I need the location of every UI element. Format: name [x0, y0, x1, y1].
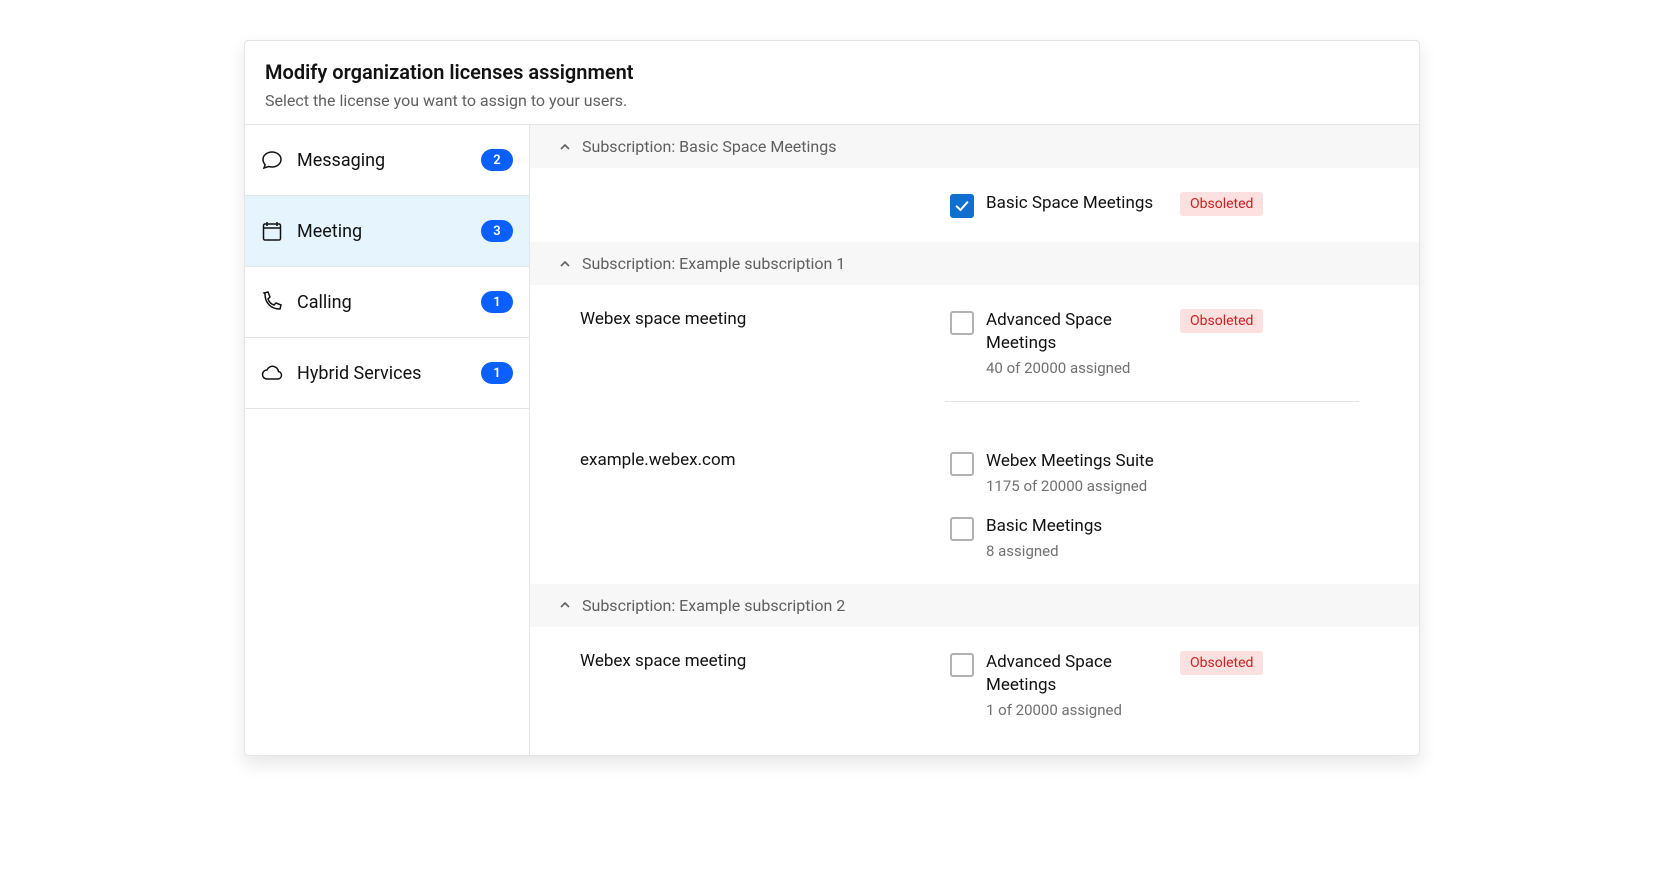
checkbox-webex-meetings-suite[interactable]: [950, 452, 974, 476]
license-row: Webex space meeting Advanced Space Meeti…: [530, 627, 1419, 729]
license-row: [945, 401, 1359, 426]
license-assigned-count: 1175 of 20000 assigned: [986, 477, 1154, 495]
panel-body: Messaging 2 Meeting 3 Calling 1: [245, 125, 1419, 755]
checkbox-basic-space-meetings[interactable]: [950, 194, 974, 218]
status-badge-obsoleted: Obsoleted: [1180, 309, 1263, 333]
license-option-label: Webex Meetings Suite: [986, 450, 1154, 473]
checkbox-basic-meetings[interactable]: [950, 517, 974, 541]
subscription-header-basic-space-meetings[interactable]: Subscription: Basic Space Meetings: [530, 125, 1419, 168]
license-option-label: Advanced Space Meetings: [986, 309, 1170, 355]
sidebar: Messaging 2 Meeting 3 Calling 1: [245, 125, 530, 755]
license-option-label: Basic Space Meetings: [986, 192, 1153, 215]
sidebar-item-calling[interactable]: Calling 1: [245, 267, 529, 338]
sidebar-item-label: Calling: [285, 292, 481, 313]
count-badge: 1: [481, 291, 513, 313]
sidebar-item-label: Meeting: [285, 221, 481, 242]
chevron-up-icon: [558, 257, 572, 271]
sidebar-item-label: Messaging: [285, 150, 481, 171]
chevron-up-icon: [558, 140, 572, 154]
subscription-header-label: Subscription: Example subscription 2: [582, 596, 845, 615]
panel-header: Modify organization licenses assignment …: [245, 41, 1419, 125]
status-badge-obsoleted: Obsoleted: [1180, 651, 1263, 675]
sidebar-item-label: Hybrid Services: [285, 363, 481, 384]
panel-title: Modify organization licenses assignment: [265, 59, 1399, 85]
subscription-header-example-1[interactable]: Subscription: Example subscription 1: [530, 242, 1419, 285]
chat-bubble-icon: [259, 147, 285, 173]
calendar-icon: [259, 218, 285, 244]
license-option-label: Advanced Space Meetings: [986, 651, 1170, 697]
count-badge: 2: [481, 149, 513, 171]
checkbox-advanced-space-meetings[interactable]: [950, 311, 974, 335]
license-option-label: Basic Meetings: [986, 515, 1102, 538]
checkbox-advanced-space-meetings[interactable]: [950, 653, 974, 677]
cloud-icon: [259, 360, 285, 386]
status-badge-obsoleted: Obsoleted: [1180, 192, 1263, 216]
license-assignment-panel: Modify organization licenses assignment …: [244, 40, 1420, 756]
license-assigned-count: 8 assigned: [986, 542, 1102, 560]
panel-subtitle: Select the license you want to assign to…: [265, 91, 1399, 110]
sidebar-item-meeting[interactable]: Meeting 3: [245, 196, 529, 267]
content-area: Subscription: Basic Space Meetings Basic…: [530, 125, 1419, 755]
chevron-up-icon: [558, 598, 572, 612]
license-row: example.webex.com Webex Meetings Suite 1…: [530, 426, 1419, 584]
license-group-name: Webex space meeting: [580, 651, 940, 671]
license-row: Basic Space Meetings Obsoleted: [530, 168, 1419, 242]
count-badge: 1: [481, 362, 513, 384]
count-badge: 3: [481, 220, 513, 242]
sidebar-item-hybrid-services[interactable]: Hybrid Services 1: [245, 338, 529, 409]
subscription-header-label: Subscription: Example subscription 1: [582, 254, 845, 273]
license-group-name: Webex space meeting: [580, 309, 940, 329]
license-assigned-count: 40 of 20000 assigned: [986, 359, 1170, 377]
subscription-header-label: Subscription: Basic Space Meetings: [582, 137, 836, 156]
sidebar-item-messaging[interactable]: Messaging 2: [245, 125, 529, 196]
license-group-name: example.webex.com: [580, 450, 940, 470]
license-assigned-count: 1 of 20000 assigned: [986, 701, 1170, 719]
subscription-header-example-2[interactable]: Subscription: Example subscription 2: [530, 584, 1419, 627]
license-row: Webex space meeting Advanced Space Meeti…: [530, 285, 1419, 401]
phone-icon: [259, 289, 285, 315]
